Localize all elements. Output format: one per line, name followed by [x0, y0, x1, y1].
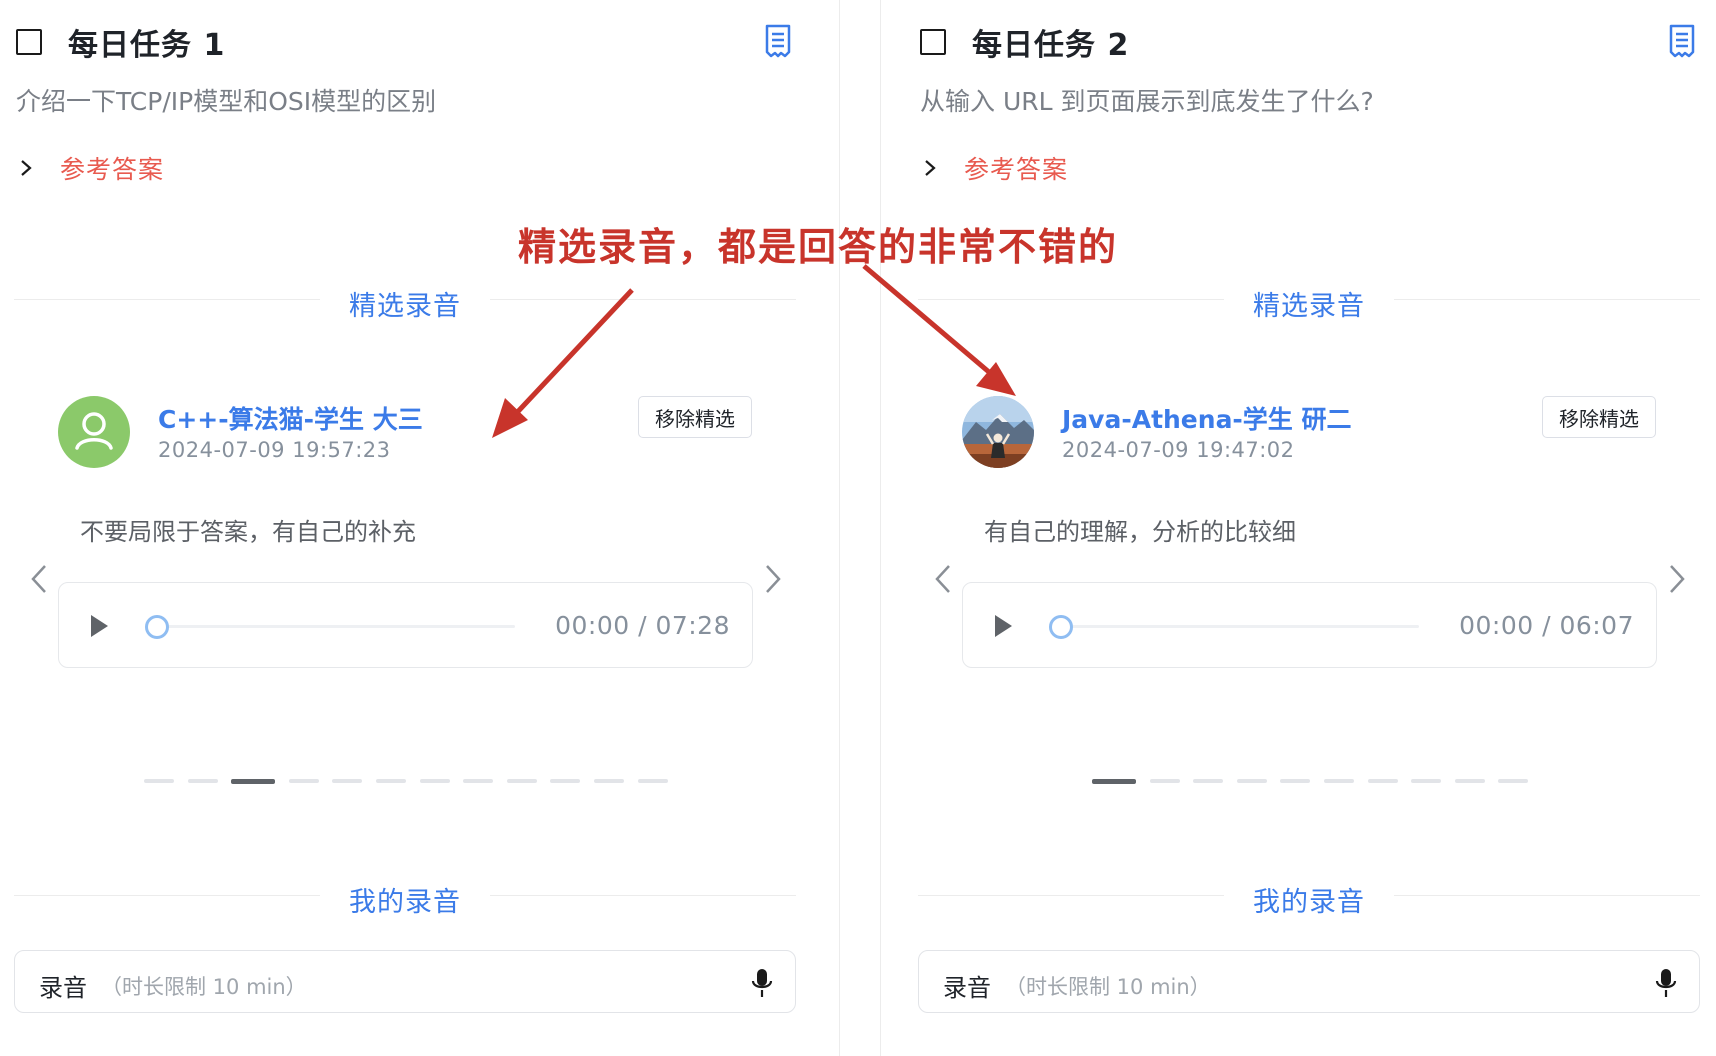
task-question: 从输入 URL 到页面展示到底发生了什么?	[920, 87, 1374, 116]
pagination-dot[interactable]	[1280, 779, 1311, 783]
avatar[interactable]	[962, 396, 1034, 468]
answer-link[interactable]: 参考答案	[964, 150, 1068, 186]
mine-divider: 我的录音	[918, 880, 1700, 918]
user-name[interactable]: C++-算法猫-学生 大三	[158, 400, 423, 436]
mine-heading: 我的录音	[349, 887, 461, 918]
record-label: 录音	[943, 974, 991, 1002]
task-card-1: 每日任务 1 介绍一下TCP/IP模型和OSI模型的区别 参考答案 精选录音 C…	[0, 0, 800, 1056]
carousel-pagination	[144, 778, 681, 784]
task-title: 每日任务 1	[68, 28, 226, 63]
task-checkbox[interactable]	[16, 29, 42, 55]
pagination-dot[interactable]	[332, 779, 363, 783]
task-checkbox[interactable]	[920, 29, 946, 55]
avatar[interactable]	[58, 396, 130, 468]
pagination-dot[interactable]	[1498, 779, 1529, 783]
page: 每日任务 1 介绍一下TCP/IP模型和OSI模型的区别 参考答案 精选录音 C…	[0, 0, 1716, 1056]
answer-toggle[interactable]: 参考答案	[920, 150, 1068, 186]
answer-toggle[interactable]: 参考答案	[16, 150, 164, 186]
pagination-dot[interactable]	[1411, 779, 1442, 783]
pagination-dot[interactable]	[375, 779, 406, 783]
play-icon[interactable]	[993, 613, 1013, 639]
chevron-right-icon[interactable]	[762, 563, 784, 595]
progress-knob[interactable]	[1049, 615, 1073, 639]
record-input[interactable]: 录音 （时长限制 10 min）	[918, 950, 1700, 1013]
pagination-dot[interactable]	[1236, 779, 1267, 783]
task-title: 每日任务 2	[972, 28, 1130, 63]
pagination-dot[interactable]	[463, 779, 494, 783]
featured-heading: 精选录音	[1253, 291, 1365, 322]
chevron-right-icon	[21, 160, 32, 176]
user-icon	[75, 412, 113, 450]
featured-divider: 精选录音	[14, 284, 796, 322]
answer-link[interactable]: 参考答案	[60, 150, 164, 186]
audio-player: 00:00 / 06:07	[962, 582, 1657, 668]
pagination-dot[interactable]	[1149, 779, 1180, 783]
pagination-dot[interactable]	[1454, 779, 1485, 783]
pagination-dot[interactable]	[593, 779, 624, 783]
annotation-text: 精选录音，都是回答的非常不错的	[518, 225, 1119, 269]
microphone-icon[interactable]	[751, 967, 773, 999]
pagination-dot[interactable]	[1092, 778, 1136, 784]
pagination-dot[interactable]	[187, 779, 218, 783]
featured-divider: 精选录音	[918, 284, 1700, 322]
chevron-right-icon	[925, 160, 936, 176]
featured-comment: 有自己的理解，分析的比较细	[984, 518, 1296, 546]
pagination-dot[interactable]	[1323, 779, 1354, 783]
pagination-dot[interactable]	[550, 779, 581, 783]
timestamp: 2024-07-09 19:47:02	[1062, 438, 1295, 462]
pagination-dot[interactable]	[288, 779, 319, 783]
pagination-dot[interactable]	[1367, 779, 1398, 783]
pagination-dot[interactable]	[1193, 779, 1224, 783]
pagination-dot[interactable]	[637, 779, 668, 783]
chevron-right-icon[interactable]	[1666, 563, 1688, 595]
document-icon[interactable]	[764, 24, 792, 58]
remove-featured-button[interactable]: 移除精选	[638, 396, 752, 438]
document-icon[interactable]	[1668, 24, 1696, 58]
record-hint: （时长限制 10 min）	[1005, 975, 1211, 999]
mine-divider: 我的录音	[14, 880, 796, 918]
play-icon[interactable]	[89, 613, 109, 639]
photo-avatar	[962, 396, 1034, 468]
pagination-dot[interactable]	[419, 779, 450, 783]
timestamp: 2024-07-09 19:57:23	[158, 438, 391, 462]
user-name[interactable]: Java-Athena-学生 研二	[1062, 400, 1352, 436]
column-separator	[839, 0, 840, 1056]
column-separator	[880, 0, 881, 1056]
pagination-dot[interactable]	[231, 778, 276, 784]
player-time: 00:00 / 07:28	[555, 611, 730, 640]
remove-featured-button[interactable]: 移除精选	[1542, 396, 1656, 438]
mine-heading: 我的录音	[1253, 887, 1365, 918]
carousel-pagination	[1092, 778, 1542, 784]
record-hint: （时长限制 10 min）	[101, 975, 307, 999]
progress-track[interactable]	[1059, 625, 1419, 628]
chevron-left-icon[interactable]	[28, 563, 50, 595]
progress-track[interactable]	[155, 625, 515, 628]
pagination-dot[interactable]	[144, 779, 174, 783]
task-question: 介绍一下TCP/IP模型和OSI模型的区别	[16, 87, 437, 116]
microphone-icon[interactable]	[1655, 967, 1677, 999]
featured-comment: 不要局限于答案，有自己的补充	[80, 518, 416, 546]
pagination-dot[interactable]	[506, 779, 537, 783]
audio-player: 00:00 / 07:28	[58, 582, 753, 668]
task-card-2: 每日任务 2 从输入 URL 到页面展示到底发生了什么? 参考答案 精选录音 J…	[904, 0, 1704, 1056]
record-label: 录音	[39, 974, 87, 1002]
chevron-left-icon[interactable]	[932, 563, 954, 595]
featured-heading: 精选录音	[349, 291, 461, 322]
progress-knob[interactable]	[145, 615, 169, 639]
record-input[interactable]: 录音 （时长限制 10 min）	[14, 950, 796, 1013]
player-time: 00:00 / 06:07	[1459, 611, 1634, 640]
